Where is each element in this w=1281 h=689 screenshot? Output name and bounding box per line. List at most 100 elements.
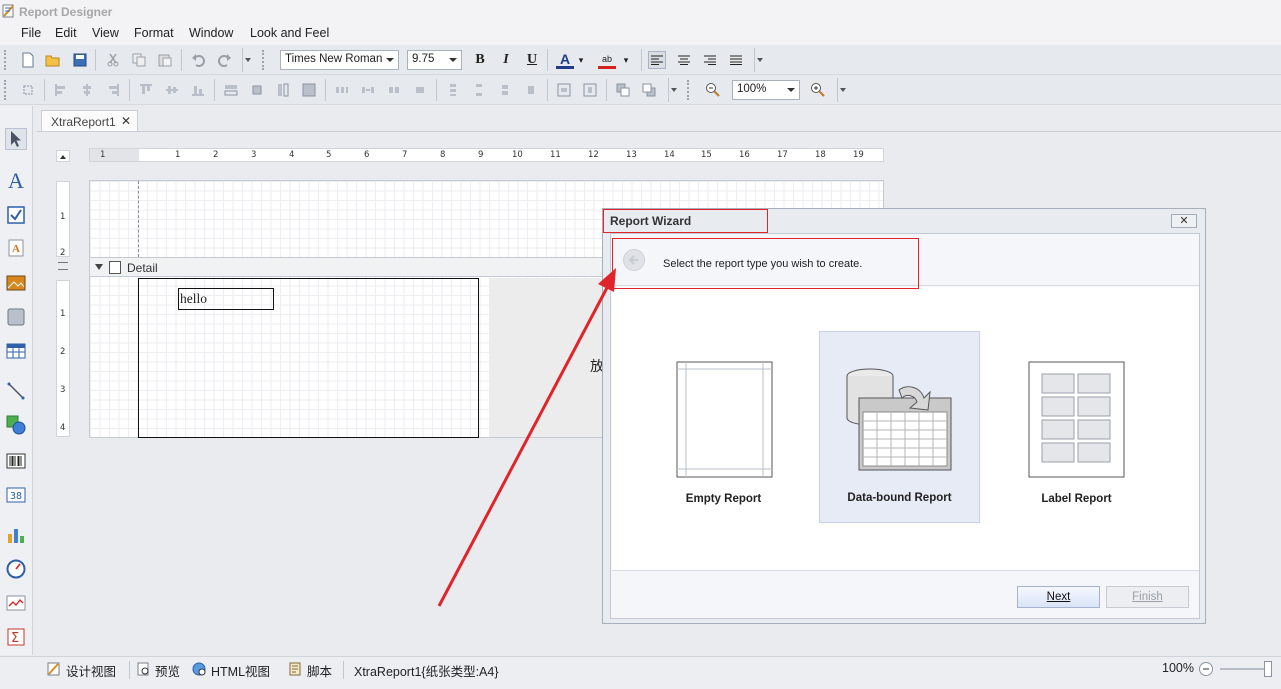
toolbar-grip[interactable]: [4, 50, 8, 70]
make-same-size-button[interactable]: [300, 81, 318, 99]
checkbox-tool[interactable]: [5, 204, 27, 226]
menu-look-and-feel[interactable]: Look and Feel: [250, 26, 329, 40]
bold-button[interactable]: B: [471, 51, 489, 69]
remove-horizontal-spacing-button[interactable]: [411, 81, 429, 99]
shape-tool[interactable]: [5, 414, 27, 436]
align-bottoms-button[interactable]: [189, 81, 207, 99]
gauge-tool[interactable]: [5, 558, 27, 580]
finish-button[interactable]: Finish: [1106, 586, 1189, 608]
center-vertically-button[interactable]: [581, 81, 599, 99]
label-report-option[interactable]: Label Report: [996, 331, 1157, 523]
ruler-tick: 5: [326, 150, 332, 160]
panel-tool[interactable]: [5, 306, 27, 328]
summary-tool[interactable]: Σ: [5, 626, 27, 648]
chart-tool[interactable]: [5, 524, 27, 546]
paste-button[interactable]: [156, 51, 174, 69]
picture-box-tool[interactable]: [5, 272, 27, 294]
align-tops-button[interactable]: [137, 81, 155, 99]
align-rights-button[interactable]: [104, 81, 122, 99]
line-tool[interactable]: [5, 380, 27, 402]
back-color-button[interactable]: ab: [598, 51, 616, 69]
open-button[interactable]: [44, 51, 62, 69]
redo-button[interactable]: [216, 51, 234, 69]
close-icon: ✕: [1179, 215, 1189, 227]
send-to-back-button[interactable]: [640, 81, 658, 99]
ruler-tick: 14: [664, 150, 675, 160]
toolbar-overflow-button[interactable]: [242, 48, 253, 72]
script-tab[interactable]: 脚本: [307, 661, 332, 680]
align-center-button[interactable]: [675, 51, 693, 69]
back-color-dropdown[interactable]: ▾: [621, 51, 631, 69]
undo-button[interactable]: [189, 51, 207, 69]
label-tool[interactable]: A: [5, 168, 27, 193]
toolbar-overflow-button[interactable]: [668, 78, 679, 102]
menu-file[interactable]: File: [21, 26, 41, 40]
zoom-out-button[interactable]: [704, 81, 722, 99]
toolbar-overflow-button[interactable]: [837, 78, 848, 102]
zoom-in-button[interactable]: [809, 81, 827, 99]
toolbar-grip[interactable]: [262, 50, 266, 70]
increase-vertical-spacing-button[interactable]: [470, 81, 488, 99]
save-button[interactable]: [71, 51, 89, 69]
toolbar-grip[interactable]: [4, 80, 8, 100]
cut-button[interactable]: [104, 51, 122, 69]
zipcode-tool[interactable]: 38: [5, 484, 27, 506]
rich-text-tool[interactable]: A: [5, 237, 27, 259]
align-left-button[interactable]: [648, 51, 666, 69]
copy-button[interactable]: [130, 51, 148, 69]
size-to-grid-button[interactable]: [248, 81, 266, 99]
vertical-spacing-equal-button[interactable]: [444, 81, 462, 99]
wizard-body: Select the report type you wish to creat…: [610, 233, 1200, 619]
html-view-tab[interactable]: HTML视图: [211, 661, 270, 680]
zoom-out-status-button[interactable]: [1199, 662, 1213, 676]
tab-xtrareport1[interactable]: XtraReport1 ✕: [41, 110, 138, 132]
barcode-tool[interactable]: [5, 450, 27, 472]
ruler-corner-button[interactable]: [56, 150, 70, 162]
underline-button[interactable]: U: [523, 51, 541, 69]
justify-button[interactable]: [727, 51, 745, 69]
font-family-combo[interactable]: Times New Roman: [280, 50, 399, 70]
center-horizontally-button[interactable]: [555, 81, 573, 99]
toolbar-grip[interactable]: [687, 80, 691, 100]
menu-format[interactable]: Format: [134, 26, 174, 40]
remove-vertical-spacing-button[interactable]: [522, 81, 540, 99]
make-same-width-button[interactable]: [222, 81, 240, 99]
fore-color-button[interactable]: A: [556, 51, 574, 69]
design-view-tab[interactable]: 设计视图: [66, 661, 116, 680]
decrease-horizontal-spacing-button[interactable]: [385, 81, 403, 99]
preview-tab[interactable]: 预览: [155, 661, 180, 680]
menu-view[interactable]: View: [92, 26, 119, 40]
empty-report-option[interactable]: Empty Report: [643, 331, 804, 523]
bring-to-front-button[interactable]: [614, 81, 632, 99]
align-right-button[interactable]: [701, 51, 719, 69]
font-size-combo[interactable]: 9.75: [407, 50, 462, 70]
align-lefts-button[interactable]: [52, 81, 70, 99]
fore-color-dropdown[interactable]: ▾: [576, 51, 586, 69]
align-centers-button[interactable]: [78, 81, 96, 99]
make-same-height-button[interactable]: [274, 81, 292, 99]
new-report-button[interactable]: [19, 51, 37, 69]
toolbar-overflow-button[interactable]: [754, 48, 765, 72]
decrease-vertical-spacing-button[interactable]: [496, 81, 514, 99]
hello-label-control[interactable]: hello: [178, 288, 274, 310]
table-tool[interactable]: [5, 340, 27, 362]
align-middles-button[interactable]: [163, 81, 181, 99]
wizard-close-button[interactable]: ✕: [1171, 214, 1197, 228]
horizontal-spacing-equal-button[interactable]: [333, 81, 351, 99]
italic-button[interactable]: I: [497, 51, 515, 69]
zoom-slider-thumb[interactable]: [1264, 661, 1272, 677]
data-bound-report-option[interactable]: Data-bound Report: [819, 331, 980, 523]
menu-edit[interactable]: Edit: [55, 26, 77, 40]
align-to-grid-button[interactable]: [19, 81, 37, 99]
increase-horizontal-spacing-button[interactable]: [359, 81, 377, 99]
sparkline-tool[interactable]: [5, 592, 27, 614]
font-size-value: 9.75: [412, 53, 435, 65]
band-splitter-grip[interactable]: [58, 262, 68, 270]
vertical-ruler-header: 1 2: [56, 181, 70, 258]
menu-window[interactable]: Window: [189, 26, 233, 40]
close-tab-icon[interactable]: ✕: [121, 114, 131, 128]
next-button[interactable]: Next: [1017, 586, 1100, 608]
collapse-triangle-icon[interactable]: [95, 264, 103, 270]
zoom-combo[interactable]: 100%: [732, 80, 800, 100]
pointer-tool[interactable]: [5, 128, 27, 150]
